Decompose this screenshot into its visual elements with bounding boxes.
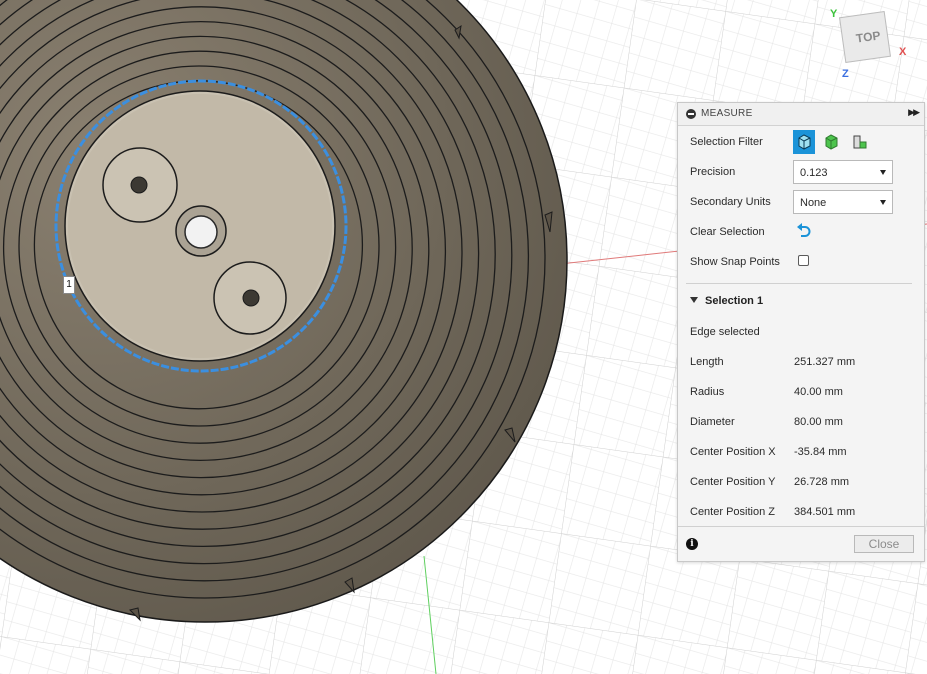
result-label: Center Position Z (690, 506, 775, 518)
selection-1-header[interactable]: Selection 1 (690, 295, 763, 307)
view-cube[interactable]: TOP Y X Z (828, 6, 918, 84)
selection-status-row: Edge selected (690, 320, 916, 344)
result-row-center-y: Center Position Y 26.728 mm (690, 470, 916, 494)
result-row-diameter: Diameter 80.00 mm (690, 410, 916, 434)
result-value: 40.00 mm (794, 386, 843, 398)
secondary-units-row: Secondary Units None (690, 190, 916, 214)
expand-arrows-icon[interactable]: ▶▶ (908, 107, 920, 118)
measure-panel[interactable]: MEASURE ▶▶ Selection Filter Precision 0.… (677, 102, 925, 562)
panel-divider (686, 283, 912, 284)
result-row-length: Length 251.327 mm (690, 350, 916, 374)
measure-panel-header[interactable]: MEASURE ▶▶ (678, 103, 924, 126)
secondary-units-label: Secondary Units (690, 196, 771, 208)
edge-filter-icon[interactable] (849, 130, 871, 154)
result-label: Length (690, 356, 724, 368)
body-filter-icon[interactable] (793, 130, 815, 154)
undo-arrow-icon[interactable] (795, 223, 813, 242)
selection-1-title: Selection 1 (705, 295, 764, 307)
secondary-units-value: None (800, 197, 827, 209)
result-label: Center Position X (690, 446, 776, 458)
result-value: 251.327 mm (794, 356, 856, 368)
precision-label: Precision (690, 166, 736, 178)
view-cube-y-label: Y (830, 8, 838, 20)
precision-row: Precision 0.123 (690, 160, 916, 184)
result-label: Radius (690, 386, 725, 398)
triangle-down-icon (690, 297, 698, 303)
selection-filter-row: Selection Filter (690, 130, 916, 154)
result-label: Diameter (690, 416, 735, 428)
result-row-radius: Radius 40.00 mm (690, 380, 916, 404)
close-button[interactable]: Close (854, 535, 914, 553)
show-snap-points-checkbox[interactable] (798, 255, 809, 266)
show-snap-points-label: Show Snap Points (690, 256, 780, 268)
result-label: Center Position Y (690, 476, 776, 488)
selection-filter-label: Selection Filter (690, 136, 763, 148)
result-value: 80.00 mm (794, 416, 843, 428)
selection-status: Edge selected (690, 326, 760, 338)
chevron-down-icon (880, 170, 886, 175)
result-row-center-x: Center Position X -35.84 mm (690, 440, 916, 464)
screw-hole-lower (242, 289, 260, 307)
measure-panel-footer: i Close (678, 526, 924, 561)
face-filter-icon[interactable] (821, 130, 843, 154)
info-icon[interactable]: i (686, 538, 698, 550)
result-row-center-z: Center Position Z 384.501 mm (690, 500, 916, 524)
result-value: 384.501 mm (794, 506, 856, 518)
result-value: -35.84 mm (794, 446, 847, 458)
selection-marker: 1 (63, 276, 75, 294)
measure-panel-title: MEASURE (701, 108, 753, 119)
clear-selection-label: Clear Selection (690, 226, 765, 238)
show-snap-points-row: Show Snap Points (690, 250, 916, 274)
precision-select[interactable]: 0.123 (793, 160, 893, 184)
center-shaft-hole (184, 215, 218, 249)
screw-hole-upper (130, 176, 148, 194)
result-value: 26.728 mm (794, 476, 850, 488)
precision-value: 0.123 (800, 167, 828, 179)
view-cube-z-label: Z (842, 68, 849, 80)
collapse-icon[interactable] (686, 109, 696, 119)
clear-selection-row: Clear Selection (690, 220, 916, 244)
secondary-units-select[interactable]: None (793, 190, 893, 214)
view-cube-x-label: X (899, 46, 907, 58)
chevron-down-icon (880, 200, 886, 205)
